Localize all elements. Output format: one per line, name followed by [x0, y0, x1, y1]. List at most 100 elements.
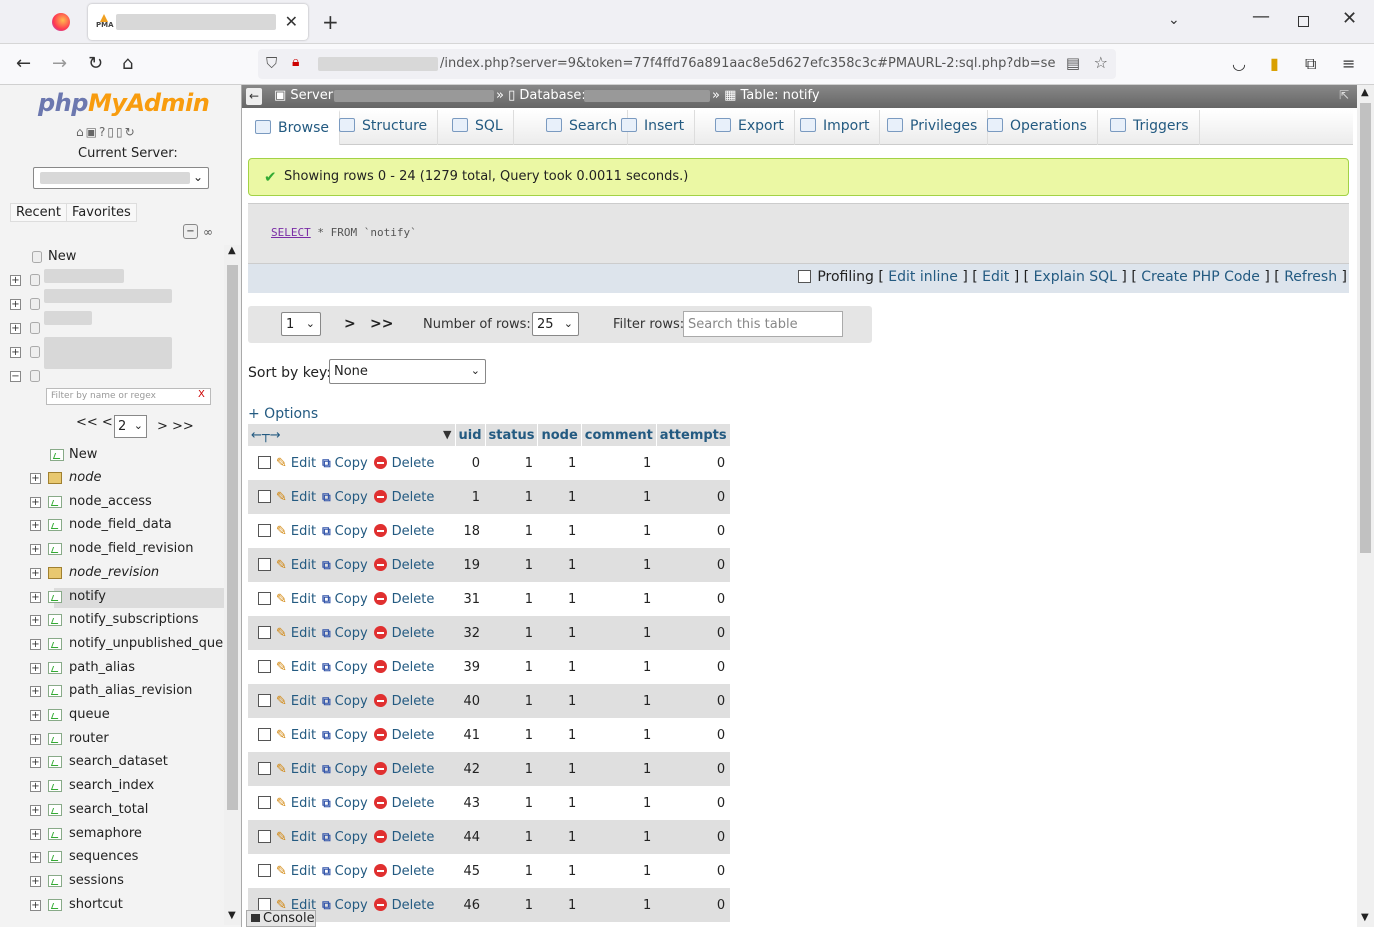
copy-row-button[interactable]: ⧉ Copy	[322, 490, 374, 505]
copy-row-button[interactable]: ⧉ Copy	[322, 524, 374, 539]
cell-comment[interactable]: 1	[581, 514, 657, 548]
row-checkbox[interactable]	[258, 829, 271, 843]
cell-uid[interactable]: 43	[455, 786, 486, 820]
cell-node[interactable]: 1	[537, 820, 582, 854]
rows-select[interactable]: 25 ⌄	[532, 312, 579, 336]
cell-uid[interactable]: 41	[455, 718, 486, 752]
home-icon[interactable]: ⌂	[76, 125, 86, 139]
cell-uid[interactable]: 42	[455, 752, 486, 786]
scroll-up-icon[interactable]: ▲	[1361, 87, 1369, 98]
cell-attempts[interactable]: 0	[656, 650, 731, 684]
filter-rows-input[interactable]: Search this table	[683, 311, 843, 337]
expand-icon[interactable]: +	[10, 275, 21, 286]
edit-row-button[interactable]: ✎ Edit	[276, 694, 322, 709]
tab-privileges[interactable]: Privileges	[877, 110, 989, 145]
cell-node[interactable]: 1	[537, 684, 582, 718]
cell-comment[interactable]: 1	[581, 752, 657, 786]
cell-comment[interactable]: 1	[581, 480, 657, 514]
cell-uid[interactable]: 46	[455, 888, 486, 922]
favorites-tab[interactable]: Favorites	[66, 203, 137, 222]
expand-icon[interactable]: +	[30, 591, 41, 603]
delete-row-button[interactable]: Delete	[373, 523, 441, 539]
cell-status[interactable]: 1	[485, 446, 538, 480]
expand-icon[interactable]: +	[30, 544, 41, 556]
close-window-icon[interactable]: ✕	[1342, 8, 1357, 29]
sidebar-table-sessions[interactable]: + sessions	[30, 872, 224, 892]
tab-close-icon[interactable]: ✕	[285, 12, 298, 31]
expand-icon[interactable]: +	[30, 473, 41, 484]
column-header-status[interactable]: status	[485, 424, 539, 446]
server-select[interactable]: ⌄	[33, 167, 209, 189]
cell-comment[interactable]: 1	[581, 888, 657, 922]
sidebar-table-notify-subscriptions[interactable]: + notify_subscriptions	[30, 611, 224, 631]
pager-page-select[interactable]: 2 ⌄	[114, 415, 147, 438]
cell-status[interactable]: 1	[485, 480, 538, 514]
delete-row-button[interactable]: Delete	[373, 489, 441, 505]
docs-icon[interactable]: ▯	[107, 125, 116, 139]
edit-row-button[interactable]: ✎ Edit	[276, 490, 322, 505]
tab-browse[interactable]: Browse	[245, 110, 340, 145]
cell-node[interactable]: 1	[537, 446, 582, 480]
cell-uid[interactable]: 39	[455, 650, 486, 684]
copy-row-button[interactable]: ⧉ Copy	[322, 728, 374, 743]
row-checkbox[interactable]	[258, 455, 271, 469]
cell-comment[interactable]: 1	[581, 616, 657, 650]
tree-database-redacted[interactable]: +	[10, 311, 210, 339]
next-page-button[interactable]: >	[344, 316, 356, 332]
cell-attempts[interactable]: 0	[656, 616, 731, 650]
minimize-window-icon[interactable]: —	[1252, 6, 1270, 27]
edit-row-button[interactable]: ✎ Edit	[276, 830, 322, 845]
back-arrow-icon[interactable]: ←	[16, 53, 31, 74]
sidebar-table-notify[interactable]: + notify	[30, 587, 224, 608]
expand-icon[interactable]: +	[30, 662, 41, 674]
cell-attempts[interactable]: 0	[656, 582, 731, 616]
tab-structure[interactable]: Structure	[329, 110, 439, 145]
cell-status[interactable]: 1	[485, 888, 538, 922]
copy-row-button[interactable]: ⧉ Copy	[322, 796, 374, 811]
cell-attempts[interactable]: 0	[656, 854, 731, 888]
edit-inline-link[interactable]: Edit inline	[888, 269, 958, 285]
expand-icon[interactable]: +	[10, 323, 21, 334]
column-header-attempts[interactable]: attempts	[656, 424, 731, 446]
link-with-main-icon[interactable]: ∞	[203, 225, 213, 239]
pager-prev[interactable]: << <	[76, 415, 113, 430]
delete-row-button[interactable]: Delete	[373, 625, 441, 641]
column-header-uid[interactable]: uid	[455, 424, 486, 446]
cell-node[interactable]: 1	[537, 854, 582, 888]
cell-status[interactable]: 1	[485, 514, 538, 548]
url-text[interactable]: /index.php?server=9&token=77f4ffd76a891a…	[440, 56, 1055, 71]
cell-attempts[interactable]: 0	[656, 548, 731, 582]
delete-row-button[interactable]: Delete	[373, 693, 441, 709]
delete-row-button[interactable]: Delete	[373, 727, 441, 743]
cell-status[interactable]: 1	[485, 854, 538, 888]
maximize-window-icon[interactable]	[1298, 16, 1309, 27]
sidebar-table-path-alias[interactable]: + path_alias	[30, 659, 224, 679]
scroll-up-icon[interactable]: ▲	[228, 245, 236, 256]
copy-row-button[interactable]: ⧉ Copy	[322, 864, 374, 879]
settings-icon[interactable]: ▯	[116, 125, 125, 139]
cell-comment[interactable]: 1	[581, 820, 657, 854]
expand-icon[interactable]: +	[30, 804, 41, 816]
cell-uid[interactable]: 1	[455, 480, 486, 514]
cell-status[interactable]: 1	[485, 718, 538, 752]
row-checkbox[interactable]	[258, 761, 271, 775]
edit-row-button[interactable]: ✎ Edit	[276, 728, 322, 743]
explain-sql-link[interactable]: Explain SQL	[1034, 269, 1117, 285]
copy-row-button[interactable]: ⧉ Copy	[322, 694, 374, 709]
row-checkbox[interactable]	[258, 523, 271, 537]
cell-status[interactable]: 1	[485, 820, 538, 854]
cell-node[interactable]: 1	[537, 650, 582, 684]
expand-icon[interactable]: +	[30, 899, 41, 911]
cell-comment[interactable]: 1	[581, 854, 657, 888]
tree-database-redacted[interactable]: +	[10, 269, 210, 291]
expand-icon[interactable]: +	[30, 567, 41, 579]
expand-icon[interactable]: +	[30, 757, 41, 769]
row-checkbox[interactable]	[258, 693, 271, 707]
expand-icon[interactable]: +	[30, 781, 41, 793]
expand-icon[interactable]: +	[30, 828, 41, 840]
expand-icon[interactable]: +	[30, 686, 41, 698]
create-php-code-link[interactable]: Create PHP Code	[1141, 269, 1260, 285]
browser-tab[interactable]: PMA ✕	[88, 4, 308, 40]
edit-row-button[interactable]: ✎ Edit	[276, 864, 322, 879]
pager-next[interactable]: > >>	[157, 419, 194, 434]
